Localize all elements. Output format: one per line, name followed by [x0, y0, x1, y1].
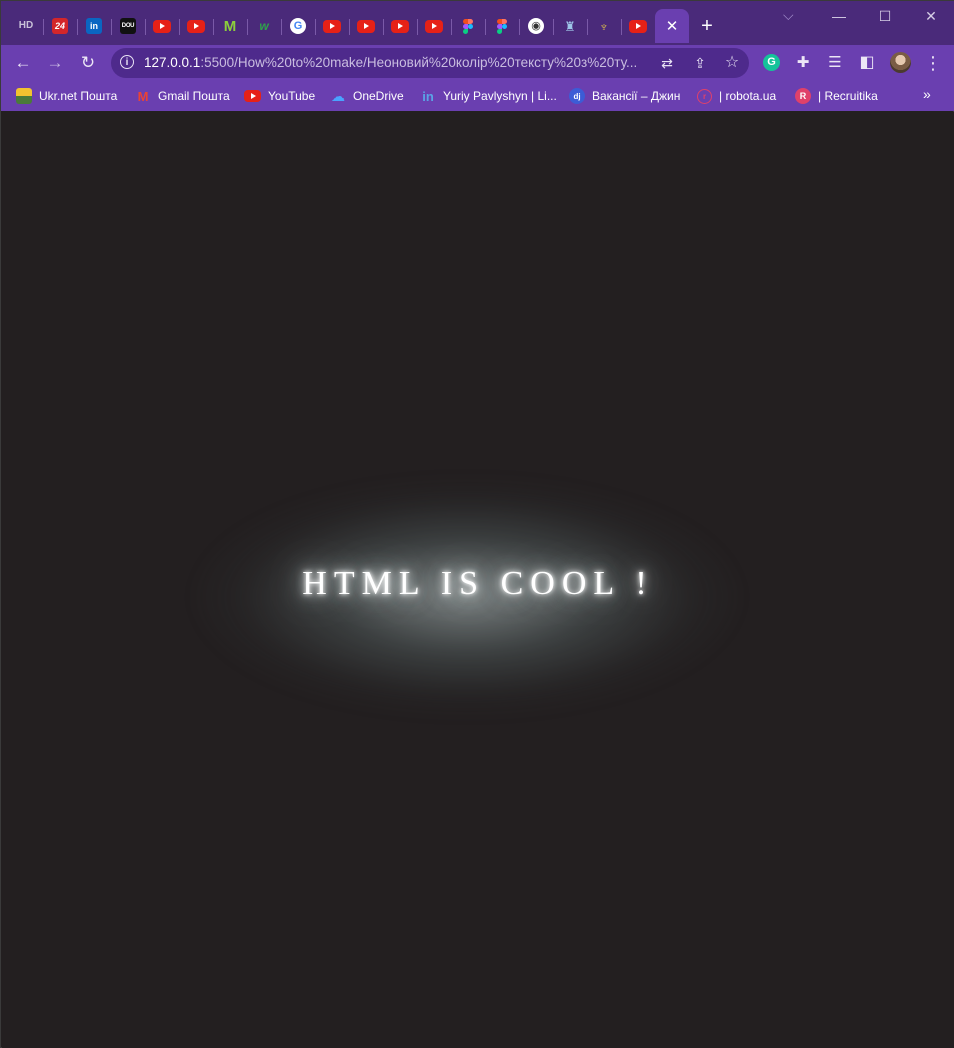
tab-figma-1[interactable] — [451, 9, 485, 43]
url-host: 127.0.0.1 — [144, 55, 201, 70]
hd-icon: HD — [18, 20, 34, 31]
profile-avatar[interactable] — [890, 52, 911, 73]
youtube-icon — [629, 19, 647, 33]
tab-hd[interactable]: HD — [9, 9, 43, 43]
tab-w[interactable]: w — [247, 9, 281, 43]
bookmark-label: Yuriy Pavlyshyn | Li... — [443, 89, 557, 103]
page-content: HTML IS COOL ! — [2, 112, 954, 1048]
onedrive-icon: ☁ — [331, 87, 345, 104]
url-path: :5500/How%20to%20make/Неоновий%20колір%2… — [200, 55, 638, 70]
side-panel-icon[interactable]: ◧ — [853, 49, 881, 77]
bookmark-label: Ukr.net Пошта — [39, 89, 118, 103]
globe-icon: ◉ — [528, 18, 544, 34]
news24-icon: 24 — [52, 18, 68, 34]
address-bar[interactable]: i 127.0.0.1:5500/How%20to%20make/Неонови… — [111, 48, 749, 78]
tab-youtube-6[interactable] — [417, 9, 451, 43]
new-tab-button[interactable]: + — [695, 15, 719, 39]
url-text[interactable]: 127.0.0.1:5500/How%20to%20make/Неоновий%… — [144, 55, 654, 72]
tab-google[interactable]: G — [281, 9, 315, 43]
bookmark-star-icon[interactable]: ☆ — [722, 53, 742, 73]
site-info-icon[interactable]: i — [120, 55, 134, 69]
bookmark-label: Gmail Пошта — [158, 89, 230, 103]
bookmark-onedrive[interactable]: ☁ OneDrive — [330, 86, 404, 106]
tab-dou[interactable]: DOU — [111, 9, 145, 43]
bookmark-djinni[interactable]: dj Вакансії – Джин — [569, 86, 680, 106]
bookmark-robota[interactable]: r | robota.ua — [697, 86, 776, 106]
google-icon: G — [290, 18, 306, 34]
tab-youtube-1[interactable] — [145, 9, 179, 43]
tab-youtube-3[interactable] — [315, 9, 349, 43]
tab-youtube-2[interactable] — [179, 9, 213, 43]
linkedin-icon: in — [86, 18, 102, 34]
youtube-icon — [357, 19, 375, 33]
browser-menu-icon[interactable]: ⋮ — [919, 49, 947, 77]
tab-gov[interactable]: ♜ — [553, 9, 587, 43]
neon-heading: HTML IS COOL ! — [302, 565, 654, 602]
maximize-button[interactable]: ☐ — [862, 1, 908, 31]
minimize-button[interactable]: — — [816, 1, 862, 31]
gov-icon: ♜ — [564, 18, 576, 34]
tab-youtube-5[interactable] — [383, 9, 417, 43]
bookmark-label: OneDrive — [353, 89, 404, 103]
tab-globe[interactable]: ◉ — [519, 9, 553, 43]
close-tab-icon[interactable]: ✕ — [666, 17, 679, 35]
recruitika-icon: R — [795, 88, 811, 104]
m-logo-icon: M — [223, 17, 237, 35]
bookmark-ukrnet[interactable]: Ukr.net Пошта — [16, 86, 117, 106]
tab-news24[interactable]: 24 — [43, 9, 77, 43]
djinni-icon: dj — [569, 88, 585, 104]
linkedin-icon: in — [422, 88, 434, 104]
youtube-icon — [187, 19, 205, 33]
youtube-icon — [244, 90, 261, 102]
youtube-icon — [425, 19, 443, 33]
ukrnet-icon — [16, 88, 32, 104]
tab-youtube-7[interactable] — [621, 9, 655, 43]
tab-search-icon[interactable]: ⌵ — [783, 7, 794, 24]
browser-window: HD 24 in DOU M w G ◉ ♜ ♆ ✕ + ⌵ — ☐ ✕ ← →… — [0, 0, 954, 1048]
bookmark-label: | Recruitika — [818, 89, 878, 103]
dou-icon: DOU — [120, 18, 136, 34]
close-window-button[interactable]: ✕ — [908, 1, 954, 31]
youtube-icon — [153, 19, 171, 33]
share-icon[interactable]: ⇪ — [690, 53, 710, 73]
tab-active[interactable]: ✕ — [655, 9, 689, 43]
youtube-icon — [391, 19, 409, 33]
tab-ua-emblem[interactable]: ♆ — [587, 9, 621, 43]
tab-strip: HD 24 in DOU M w G ◉ ♜ ♆ ✕ + ⌵ — ☐ ✕ — [1, 1, 954, 45]
gmail-icon: M — [137, 88, 149, 104]
tab-list: HD 24 in DOU M w G ◉ ♜ ♆ ✕ — [9, 9, 689, 43]
robota-icon: r — [697, 88, 712, 104]
bookmark-label: Вакансії – Джин — [592, 89, 681, 103]
youtube-icon — [323, 19, 341, 33]
reading-list-icon[interactable]: ☰ — [821, 49, 849, 77]
bookmark-youtube[interactable]: YouTube — [244, 86, 315, 106]
tab-m[interactable]: M — [213, 9, 247, 43]
bookmark-label: YouTube — [268, 89, 316, 103]
bookmarks-overflow-icon[interactable]: » — [923, 86, 931, 102]
figma-icon — [463, 18, 473, 34]
bookmark-gmail[interactable]: M Gmail Пошта — [135, 86, 230, 106]
w-logo-icon: w — [259, 19, 269, 33]
tab-figma-2[interactable] — [485, 9, 519, 43]
forward-button[interactable]: → — [41, 49, 69, 77]
back-button[interactable]: ← — [9, 49, 37, 77]
grammarly-extension-icon[interactable]: G — [763, 54, 780, 71]
bookmark-label: | robota.ua — [719, 89, 777, 103]
ua-emblem-icon: ♆ — [599, 18, 609, 34]
extensions-icon[interactable]: ✚ — [789, 49, 817, 77]
tab-linkedin[interactable]: in — [77, 9, 111, 43]
tab-youtube-4[interactable] — [349, 9, 383, 43]
figma-icon — [497, 18, 507, 34]
bookmarks-bar: Ukr.net Пошта M Gmail Пошта YouTube ☁ OneD… — [1, 81, 954, 111]
translate-icon[interactable]: ⇄ — [657, 53, 677, 73]
bookmark-linkedin[interactable]: in Yuriy Pavlyshyn | Li... — [420, 86, 557, 106]
reload-button[interactable]: ↻ — [74, 49, 102, 77]
browser-toolbar: ← → ↻ i 127.0.0.1:5500/How%20to%20make/Н… — [1, 45, 954, 81]
bookmark-recruitika[interactable]: R | Recruitika — [795, 86, 878, 106]
